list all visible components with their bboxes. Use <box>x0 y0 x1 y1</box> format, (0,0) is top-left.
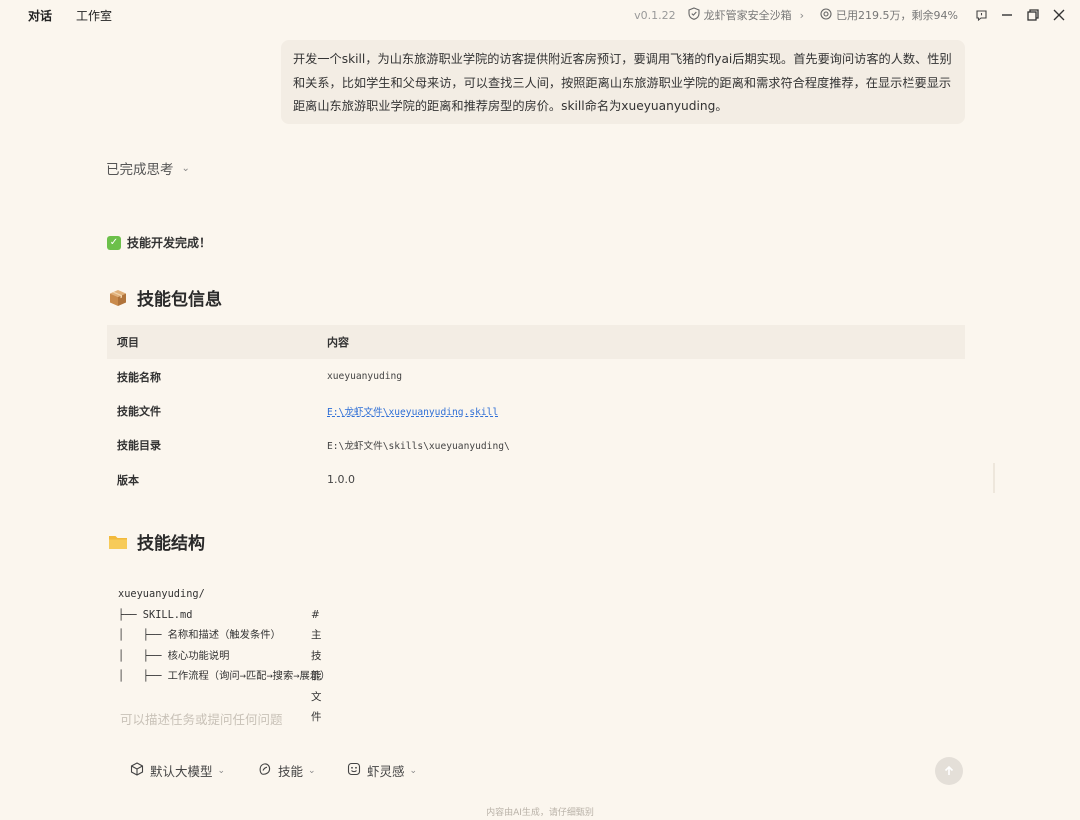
column-header-content: 内容 <box>327 336 349 350</box>
tree-line: │ ├── 名称和描述（触发条件） <box>118 629 281 641</box>
thinking-toggle[interactable]: 已完成思考 ⌄ <box>106 158 190 178</box>
quota-indicator[interactable]: 已用219.5万，剩余94% <box>820 7 958 23</box>
column-header-item: 项目 <box>117 336 139 350</box>
row-value: E:\龙虾文件\skills\xueyuanyuding\ <box>327 441 510 453</box>
chevron-down-icon: ⌄ <box>308 765 316 776</box>
row-key: 技能名称 <box>117 370 161 384</box>
scrollbar-thumb[interactable] <box>993 463 995 493</box>
minimize-icon <box>1001 9 1013 21</box>
top-bar: 对话 工作室 v0.1.22 龙虾管家安全沙箱 › 已用219.5万，剩余94% <box>0 0 1080 30</box>
completion-label: 技能开发完成！ <box>127 236 212 250</box>
restore-button[interactable] <box>1020 0 1046 30</box>
quota-icon <box>820 7 832 23</box>
thinking-label: 已完成思考 <box>106 162 174 178</box>
chevron-down-icon: ⌄ <box>181 162 190 174</box>
table-row: 技能名称 xueyuanyuding <box>107 359 965 393</box>
table-row: 技能文件 E:\龙虾文件\xueyuanyuding.skill <box>107 394 965 428</box>
package-info-heading: 技能包信息 <box>108 285 222 310</box>
user-message-bubble: 开发一个skill，为山东旅游职业学院的访客提供附近客房预订，要调用飞猪的fly… <box>281 40 965 124</box>
close-button[interactable] <box>1046 0 1072 30</box>
skill-select-button[interactable]: 技能 ⌄ <box>258 761 316 780</box>
structure-heading: 技能结构 <box>108 529 205 554</box>
skill-icon <box>258 762 278 779</box>
feedback-button[interactable] <box>968 0 994 30</box>
tree-line: │ ├── 工作流程（询问→匹配→搜索→展示） <box>118 670 331 682</box>
package-icon <box>108 289 128 307</box>
structure-heading-label: 技能结构 <box>137 534 205 554</box>
smile-icon <box>347 762 367 779</box>
tree-line: ├── SKILL.md <box>118 608 193 621</box>
close-icon <box>1053 9 1065 21</box>
row-key: 版本 <box>117 473 139 487</box>
skill-structure-tree: xueyuanyuding/ ├── SKILL.md │ ├── 名称和描述（… <box>118 584 331 723</box>
arrow-up-icon <box>943 762 955 781</box>
quota-label: 已用219.5万，剩余94% <box>836 9 958 22</box>
send-button[interactable] <box>935 757 963 785</box>
chevron-down-icon: ⌄ <box>217 765 226 776</box>
version-label: v0.1.22 <box>634 8 676 22</box>
sandbox-button[interactable]: 龙虾管家安全沙箱 › <box>688 7 804 23</box>
tab-chat[interactable]: 对话 <box>28 7 52 24</box>
shield-icon <box>688 7 700 23</box>
minimize-button[interactable] <box>994 0 1020 30</box>
row-value: 1.0.0 <box>327 473 355 487</box>
row-key: 技能文件 <box>117 404 161 418</box>
table-row: 技能目录 E:\龙虾文件\skills\xueyuanyuding\ <box>107 428 965 462</box>
skill-file-link[interactable]: E:\龙虾文件\xueyuanyuding.skill <box>327 407 498 418</box>
row-key: 技能目录 <box>117 439 161 453</box>
chevron-right-icon: › <box>799 8 805 22</box>
cube-icon <box>130 762 150 779</box>
inspire-button[interactable]: 虾灵感 ⌄ <box>347 761 417 780</box>
top-right-area: v0.1.22 龙虾管家安全沙箱 › 已用219.5万，剩余94% <box>634 0 1080 30</box>
prompt-input[interactable] <box>120 708 820 730</box>
ai-disclaimer: 内容由AI生成，请仔细甄别 <box>486 808 594 818</box>
chat-bubble-icon <box>975 9 988 22</box>
check-mark-icon: ✓ <box>107 235 121 250</box>
model-label: 默认大模型 <box>150 764 213 779</box>
tree-line: xueyuanyuding/ <box>118 588 205 600</box>
restore-icon <box>1027 9 1039 21</box>
package-heading-label: 技能包信息 <box>137 290 222 310</box>
table-header-row: 项目 内容 <box>107 325 965 360</box>
chevron-down-icon: ⌄ <box>409 765 418 776</box>
inspire-label: 虾灵感 <box>367 764 405 779</box>
skill-label: 技能 <box>278 764 304 779</box>
model-select-button[interactable]: 默认大模型 ⌄ <box>130 761 225 780</box>
package-info-table: 项目 内容 技能名称 xueyuanyuding 技能文件 E:\龙虾文件\xu… <box>107 325 965 497</box>
folder-icon <box>108 533 128 551</box>
tab-studio[interactable]: 工作室 <box>76 7 112 24</box>
table-row: 版本 1.0.0 <box>107 463 965 497</box>
completion-status: ✓ 技能开发完成！ <box>107 234 211 251</box>
sandbox-label: 龙虾管家安全沙箱 <box>703 9 792 22</box>
row-value: xueyuanyuding <box>327 371 403 383</box>
tree-line: │ ├── 核心功能说明 <box>118 649 230 662</box>
